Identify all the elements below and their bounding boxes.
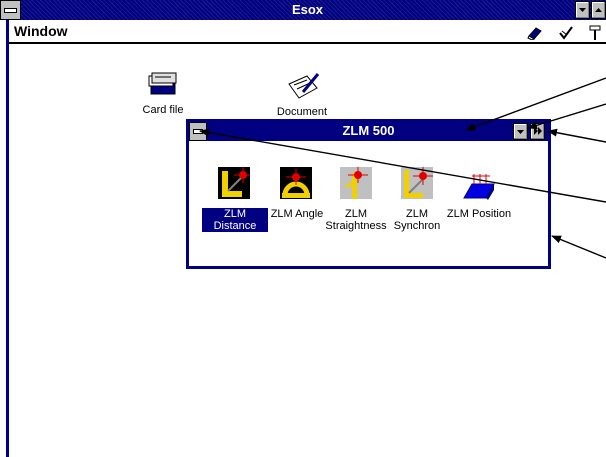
annotation-arrows	[199, 77, 606, 259]
arrow-to-system-menu	[199, 128, 606, 203]
arrow-to-window-border	[551, 235, 606, 259]
arrow-to-restore	[547, 128, 606, 143]
arrow-to-minimize	[527, 103, 606, 130]
arrow-to-title-bar	[465, 77, 606, 131]
